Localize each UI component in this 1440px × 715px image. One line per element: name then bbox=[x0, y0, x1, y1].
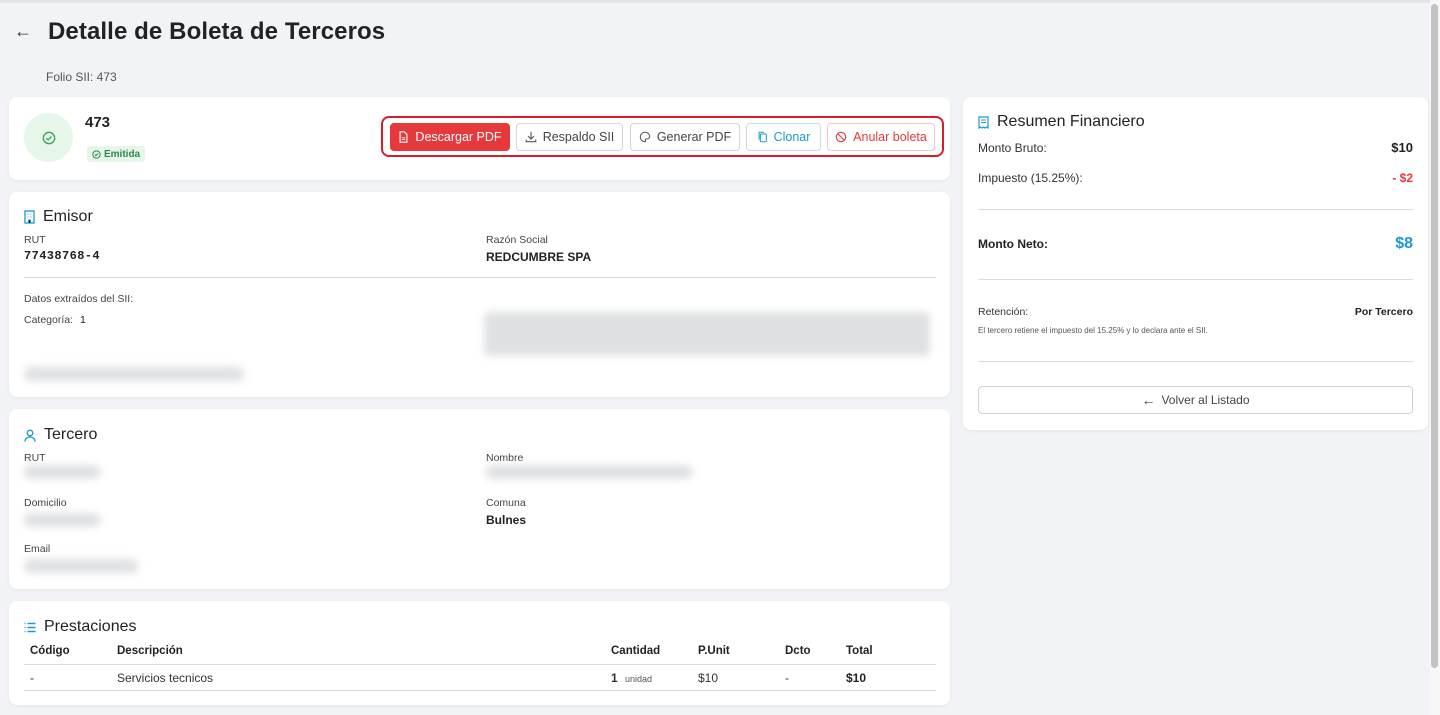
column-header-total: Total bbox=[846, 645, 873, 657]
cell-cantidad-value: 1 bbox=[611, 671, 618, 685]
redacted-tercero-domicilio bbox=[24, 513, 100, 527]
emisor-divider bbox=[24, 277, 936, 278]
column-header-cantidad: Cantidad bbox=[611, 645, 661, 657]
void-receipt-button[interactable]: Anular boleta bbox=[827, 123, 935, 151]
list-icon bbox=[24, 622, 36, 632]
sii-data-label: Datos extraídos del SII: bbox=[24, 293, 134, 305]
status-badge: Emitida bbox=[87, 146, 146, 162]
page-title: Detalle de Boleta de Terceros bbox=[48, 18, 386, 45]
redacted-tercero-nombre bbox=[486, 465, 692, 479]
building-icon bbox=[24, 210, 35, 224]
generate-pdf-button[interactable]: Generar PDF bbox=[630, 123, 740, 151]
resumen-divider-1 bbox=[978, 209, 1413, 210]
categoria-value: 1 bbox=[80, 314, 86, 326]
monto-bruto-label: Monto Bruto: bbox=[978, 141, 1047, 155]
table-bottom-divider bbox=[24, 690, 936, 691]
tercero-comuna-value: Bulnes bbox=[486, 513, 527, 527]
download-pdf-button[interactable]: Descargar PDF bbox=[390, 123, 510, 151]
redacted-tercero-email bbox=[24, 559, 138, 573]
palette-icon bbox=[639, 131, 651, 143]
copy-icon bbox=[758, 131, 767, 143]
status-badge-label: Emitida bbox=[104, 148, 141, 160]
cell-descripcion: Servicios tecnicos bbox=[117, 671, 214, 685]
redacted-tercero-rut bbox=[24, 465, 100, 479]
resumen-divider-3 bbox=[978, 361, 1413, 362]
vertical-scrollbar[interactable] bbox=[1430, 0, 1440, 715]
redacted-sii-detail bbox=[484, 312, 930, 356]
monto-neto-value: $8 bbox=[1395, 235, 1413, 252]
tercero-rut-label: RUT bbox=[24, 452, 46, 464]
column-header-punit: P.Unit bbox=[698, 645, 730, 657]
cell-cantidad-unit: unidad bbox=[625, 674, 653, 684]
receipt-icon bbox=[978, 115, 989, 129]
emisor-rut-value: 77438768-4 bbox=[24, 249, 101, 263]
arrow-left-icon: ← bbox=[1141, 392, 1156, 408]
cell-total: $10 bbox=[846, 671, 867, 685]
emisor-section-title: Emisor bbox=[24, 208, 93, 226]
cell-punit: $10 bbox=[698, 671, 719, 685]
tercero-comuna-label: Comuna bbox=[486, 497, 526, 509]
top-border bbox=[0, 0, 1440, 3]
page-subtitle: Folio SII: 473 bbox=[46, 70, 117, 84]
column-header-dcto: Dcto bbox=[785, 645, 811, 657]
user-icon bbox=[24, 429, 36, 442]
impuesto-value: - $2 bbox=[1392, 171, 1413, 185]
status-check-icon bbox=[24, 113, 73, 162]
file-pdf-icon bbox=[399, 131, 408, 143]
emisor-razon-value: REDCUMBRE SPA bbox=[486, 250, 592, 264]
tercero-card bbox=[9, 409, 950, 589]
impuesto-label: Impuesto (15.25%): bbox=[978, 171, 1083, 185]
cell-dcto: - bbox=[785, 671, 789, 685]
monto-neto-label: Monto Neto: bbox=[978, 237, 1048, 251]
retencion-label: Retención: bbox=[978, 306, 1029, 318]
tercero-email-label: Email bbox=[24, 543, 51, 555]
cell-codigo: - bbox=[30, 671, 34, 685]
retencion-note: El tercero retiene el impuesto del 15.25… bbox=[978, 326, 1208, 335]
scrollbar-thumb[interactable] bbox=[1431, 4, 1438, 668]
back-to-list-button[interactable]: ← Volver al Listado bbox=[978, 386, 1413, 414]
prestaciones-section-title: Prestaciones bbox=[24, 618, 137, 636]
emisor-razon-label: Razón Social bbox=[486, 234, 548, 246]
tercero-nombre-label: Nombre bbox=[486, 452, 524, 464]
column-header-descripcion: Descripción bbox=[117, 645, 183, 657]
resumen-section-title: Resumen Financiero bbox=[978, 113, 1145, 131]
check-circle-icon bbox=[92, 149, 101, 159]
ban-icon bbox=[835, 131, 847, 143]
resumen-divider-2 bbox=[978, 279, 1413, 280]
categoria-label: Categoría: bbox=[24, 314, 74, 326]
retencion-value: Por Tercero bbox=[1354, 306, 1413, 318]
back-arrow-icon[interactable]: ← bbox=[14, 22, 34, 40]
column-header-codigo: Código bbox=[30, 645, 70, 657]
tercero-section-title: Tercero bbox=[24, 426, 97, 444]
redacted-sii-line bbox=[24, 367, 244, 381]
clone-button[interactable]: Clonar bbox=[746, 123, 821, 151]
backup-sii-button[interactable]: Respaldo SII bbox=[516, 123, 623, 151]
emisor-rut-label: RUT bbox=[24, 234, 46, 246]
header-card: 473 Emitida Descargar PDF Respaldo SII G… bbox=[9, 97, 950, 180]
table-header-divider bbox=[24, 664, 936, 665]
cell-cantidad: 1 unidad bbox=[611, 671, 652, 685]
folio-number: 473 bbox=[85, 114, 111, 131]
monto-bruto-value: $10 bbox=[1391, 140, 1413, 155]
download-icon bbox=[525, 131, 536, 143]
tercero-domicilio-label: Domicilio bbox=[24, 497, 67, 509]
